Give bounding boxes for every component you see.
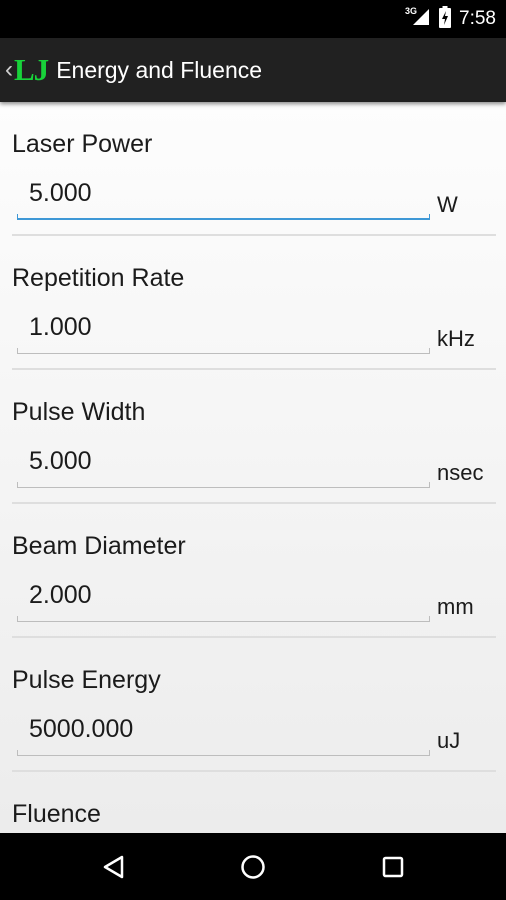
field-repetition-rate: Repetition Rate kHz — [0, 236, 506, 370]
status-icons: 3G 7:58 — [405, 0, 496, 38]
back-chevron-icon[interactable]: ‹ — [5, 58, 13, 82]
back-triangle-icon — [103, 855, 124, 878]
beam-diameter-label: Beam Diameter — [12, 532, 186, 560]
pulse-width-unit: nsec — [437, 460, 484, 485]
field-laser-power: Laser Power W — [0, 102, 506, 236]
field-fluence: Fluence — [0, 772, 506, 833]
nav-home-button[interactable] — [213, 833, 293, 900]
pulse-energy-label: Pulse Energy — [12, 666, 161, 694]
nav-recents-button[interactable] — [353, 833, 433, 900]
laser-power-underline — [17, 214, 430, 220]
recents-square-icon — [382, 856, 404, 877]
pulse-width-input[interactable] — [17, 440, 430, 482]
pulse-energy-underline — [17, 750, 430, 756]
pulse-width-label: Pulse Width — [12, 398, 146, 426]
field-pulse-width: Pulse Width nsec — [0, 370, 506, 504]
repetition-rate-unit: kHz — [437, 326, 475, 351]
system-nav-bar — [0, 833, 506, 900]
network-type: 3G — [405, 6, 418, 16]
page-title: Energy and Fluence — [56, 56, 263, 83]
field-pulse-energy: Pulse Energy uJ — [0, 638, 506, 772]
app-logo[interactable]: LJ — [14, 52, 49, 88]
laser-power-unit: W — [437, 192, 458, 217]
laser-power-label: Laser Power — [12, 130, 153, 158]
repetition-rate-underline — [17, 348, 430, 354]
beam-diameter-input[interactable] — [17, 574, 430, 616]
laser-power-input[interactable] — [17, 172, 430, 214]
beam-diameter-underline — [17, 616, 430, 622]
pulse-energy-input[interactable] — [17, 708, 430, 750]
repetition-rate-input[interactable] — [17, 306, 430, 348]
nav-back-button[interactable] — [74, 833, 154, 900]
home-circle-icon — [241, 854, 265, 879]
app-bar: ‹ LJ Energy and Fluence — [0, 38, 506, 102]
form-content[interactable]: Laser Power W Repetition Rate kHz Pulse … — [0, 102, 506, 833]
beam-diameter-unit: mm — [437, 594, 474, 619]
field-beam-diameter: Beam Diameter mm — [0, 504, 506, 638]
clock: 7:58 — [459, 8, 496, 29]
fluence-label: Fluence — [12, 800, 101, 828]
pulse-energy-unit: uJ — [437, 728, 461, 753]
repetition-rate-label: Repetition Rate — [12, 264, 185, 292]
status-bar: 3G 7:58 — [0, 0, 506, 38]
pulse-width-underline — [17, 482, 430, 488]
battery-charging-icon — [439, 5, 452, 33]
